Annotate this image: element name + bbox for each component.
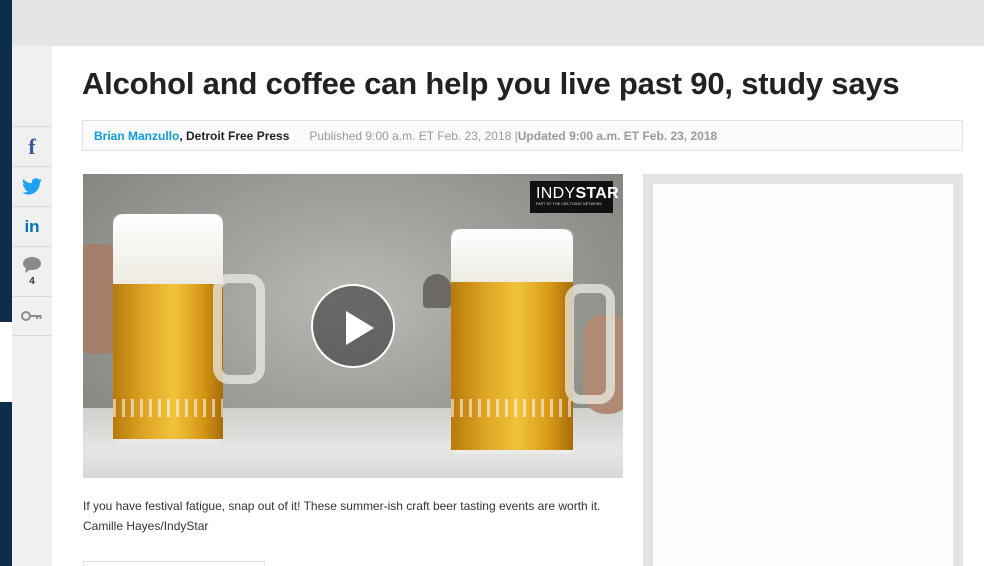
gift-article-button[interactable]	[12, 296, 52, 336]
article-headline: Alcohol and coffee can help you live pas…	[82, 66, 900, 101]
author-link[interactable]: Brian Manzullo	[94, 129, 179, 143]
video-play-button[interactable]	[311, 284, 395, 368]
logo-word-light: INDY	[536, 185, 576, 202]
twitter-icon	[22, 178, 42, 195]
left-mug-handle	[213, 274, 265, 384]
published-timestamp: Published 9:00 a.m. ET Feb. 23, 2018 |	[309, 128, 518, 143]
updated-timestamp: Updated 9:00 a.m. ET Feb. 23, 2018	[517, 128, 718, 143]
top-band	[12, 0, 984, 46]
video-player[interactable]: INDYSTAR PART OF THE USA TODAY NETWORK	[83, 174, 623, 478]
background-person	[423, 274, 451, 308]
comment-icon	[23, 257, 41, 273]
caption-credit: Camille Hayes/IndyStar	[83, 519, 209, 533]
comments-button[interactable]: 4	[12, 246, 52, 296]
facebook-icon: f	[28, 133, 36, 159]
indystar-logo: INDYSTAR PART OF THE USA TODAY NETWORK	[530, 181, 619, 213]
byline-bar: Brian Manzullo , Detroit Free Press Publ…	[82, 120, 963, 151]
share-rail: f in 4	[12, 126, 52, 336]
partial-widget	[83, 561, 265, 566]
logo-word-bold: STAR	[575, 185, 620, 202]
logo-tagline: PART OF THE USA TODAY NETWORK	[536, 202, 602, 206]
left-edge-tab[interactable]	[0, 322, 12, 402]
share-linkedin-button[interactable]: in	[12, 206, 52, 246]
left-edge-bar	[0, 0, 12, 566]
publication-name: , Detroit Free Press	[179, 128, 290, 143]
right-mug-handle	[565, 284, 615, 404]
comment-count: 4	[29, 276, 35, 287]
right-beer-mug	[451, 229, 573, 454]
article-container: Alcohol and coffee can help you live pas…	[52, 46, 984, 566]
left-beer-mug	[113, 214, 223, 444]
video-caption: If you have festival fatigue, snap out o…	[83, 496, 623, 536]
sidebar-ad-frame	[653, 184, 953, 566]
share-facebook-button[interactable]: f	[12, 126, 52, 166]
key-icon	[21, 311, 42, 321]
sidebar-ad-slot	[643, 174, 963, 566]
play-icon	[346, 311, 374, 345]
share-twitter-button[interactable]	[12, 166, 52, 206]
linkedin-icon: in	[24, 216, 40, 236]
caption-text: If you have festival fatigue, snap out o…	[83, 499, 601, 513]
